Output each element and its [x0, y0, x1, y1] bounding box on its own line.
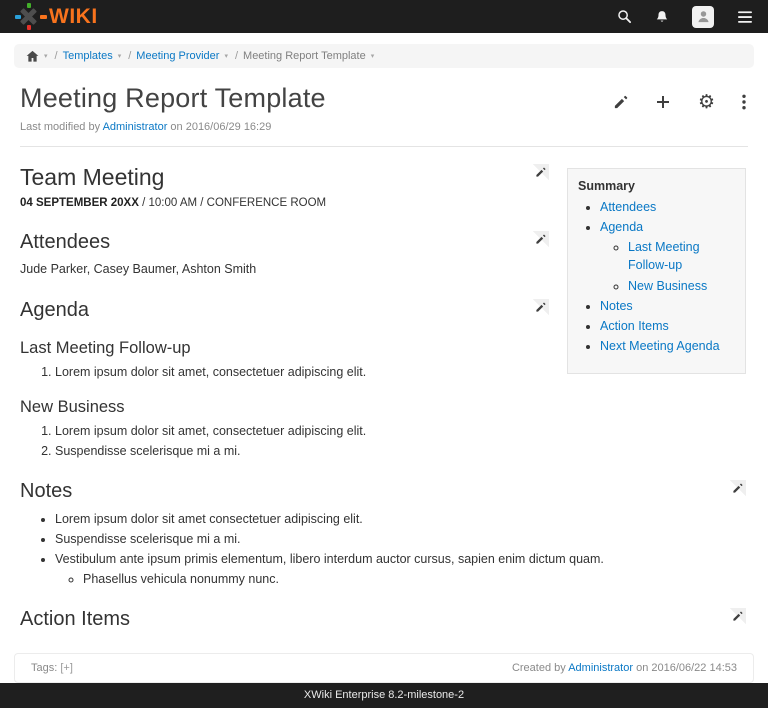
page-actions: ⚙ [613, 91, 746, 113]
summary-link[interactable]: Notes [600, 299, 633, 313]
user-avatar[interactable] [692, 6, 714, 28]
tags: Tags: [+] [31, 662, 512, 674]
created-user-link[interactable]: Administrator [568, 662, 633, 674]
meeting-time-place: / 10:00 AM / CONFERENCE ROOM [139, 197, 326, 209]
list-item: Notes [600, 297, 737, 315]
notes-heading-text: Notes [20, 480, 72, 502]
xwiki-page: WIKI ▾ / Templates ▾ / [0, 0, 768, 708]
page-header-left: Meeting Report Template Last modified by… [20, 81, 613, 133]
list-item: Action Items [600, 317, 737, 335]
nested-list: Last Meeting Follow-up New Business [600, 238, 737, 294]
list-item: Vestibulum ante ipsum primis elementum, … [55, 550, 746, 588]
chevron-down-icon[interactable]: ▾ [371, 52, 375, 60]
list-item: New Business [628, 277, 737, 295]
breadcrumb: ▾ / Templates ▾ / Meeting Provider ▾ / M… [14, 44, 754, 68]
list-item: Suspendisse scelerisque mi a mi. [55, 530, 746, 548]
doc-heading-action-items: Action Items [20, 608, 746, 631]
summary-link[interactable]: New Business [628, 279, 707, 293]
section-edit-pencil-icon[interactable] [532, 164, 549, 181]
list-item: Lorem ipsum dolor sit amet consectetuer … [55, 638, 746, 641]
new-business-list: Lorem ipsum dolor sit amet, consectetuer… [20, 422, 746, 460]
summary-panel: Summary Attendees Agenda Last Meeting Foll… [567, 168, 746, 374]
section-edit-pencil-icon[interactable] [532, 231, 549, 248]
add-tag-button[interactable]: [+] [60, 662, 73, 674]
last-modified-user-link[interactable]: Administrator [103, 121, 168, 133]
action-items-list: Lorem ipsum dolor sit amet consectetuer … [20, 638, 746, 641]
summary-list: Attendees Agenda Last Meeting Follow-up New… [578, 198, 737, 355]
meeting-date: 04 SEPTEMBER 20XX [20, 197, 139, 209]
last-modified: Last modified by Administrator on 2016/0… [20, 121, 613, 133]
doc-title-text: Team Meeting [20, 164, 164, 190]
bell-icon[interactable] [655, 10, 669, 24]
page-title: Meeting Report Template [20, 83, 613, 114]
document-content: Summary Attendees Agenda Last Meeting Foll… [0, 147, 768, 641]
list-item: Next Meeting Agenda [600, 337, 737, 355]
agenda-heading-text: Agenda [20, 299, 89, 321]
xwiki-logo[interactable]: WIKI [15, 3, 98, 30]
doc-heading-new-business: New Business [20, 398, 746, 417]
gear-glyph: ⚙ [698, 93, 715, 112]
breadcrumb-separator: / [55, 50, 58, 62]
gear-icon[interactable]: ⚙ [698, 93, 715, 112]
list-item: Attendees [600, 198, 737, 216]
chevron-down-icon[interactable]: ▾ [224, 52, 228, 60]
top-navigation-bar: WIKI [0, 0, 768, 33]
list-item: Suspendisse scelerisque mi a mi. [55, 442, 746, 460]
attendees-heading-text: Attendees [20, 231, 110, 253]
doc-heading-notes: Notes [20, 480, 746, 503]
xwiki-logo-text: WIKI [49, 6, 98, 27]
breadcrumb-item-current: Meeting Report Template [243, 50, 366, 62]
breadcrumb-separator: / [128, 50, 131, 62]
chevron-down-icon[interactable]: ▾ [118, 52, 122, 60]
summary-link[interactable]: Next Meeting Agenda [600, 339, 720, 353]
section-edit-pencil-icon[interactable] [532, 299, 549, 316]
list-item: Last Meeting Follow-up [628, 238, 737, 274]
page-header: Meeting Report Template Last modified by… [0, 68, 768, 133]
section-edit-pencil-icon[interactable] [729, 480, 746, 497]
logo-orange-tick [40, 15, 47, 19]
logo-green-tick [27, 3, 31, 8]
kebab-menu-icon[interactable] [742, 94, 746, 110]
created-suffix: on 2016/06/22 14:53 [633, 662, 737, 674]
hamburger-icon[interactable] [737, 10, 753, 24]
version-bar: XWiki Enterprise 8.2-milestone-2 [0, 683, 768, 708]
action-items-heading-text: Action Items [20, 608, 130, 630]
create-plus-icon[interactable] [655, 94, 671, 110]
created-prefix: Created by [512, 662, 568, 674]
avatar [692, 6, 714, 28]
notes-list: Lorem ipsum dolor sit amet consectetuer … [20, 510, 746, 589]
summary-link[interactable]: Agenda [600, 220, 643, 234]
list-item: Lorem ipsum dolor sit amet, consectetuer… [55, 422, 746, 440]
section-edit-pencil-icon[interactable] [729, 608, 746, 625]
topbar-icons [617, 6, 753, 28]
logo-blue-tick [15, 15, 21, 19]
list-item: Phasellus vehicula nonummy nunc. [83, 570, 746, 588]
logo-red-tick [27, 25, 31, 30]
nested-list: Phasellus vehicula nonummy nunc. [55, 570, 746, 588]
summary-link[interactable]: Action Items [600, 319, 669, 333]
last-modified-prefix: Last modified by [20, 121, 103, 133]
search-icon[interactable] [617, 9, 632, 24]
document-info-bar: Tags: [+] Created by Administrator on 20… [14, 653, 754, 683]
summary-link[interactable]: Last Meeting Follow-up [628, 240, 700, 272]
summary-link[interactable]: Attendees [600, 200, 656, 214]
last-modified-suffix: on 2016/06/29 16:29 [167, 121, 271, 133]
created-by: Created by Administrator on 2016/06/22 1… [512, 662, 737, 674]
breadcrumb-item-templates[interactable]: Templates [63, 50, 113, 62]
summary-title: Summary [578, 179, 737, 193]
tags-label: Tags: [31, 662, 57, 674]
breadcrumb-home-icon[interactable] [26, 50, 39, 63]
list-item: Agenda Last Meeting Follow-up New Business [600, 218, 737, 295]
xwiki-x-icon [15, 3, 42, 30]
edit-pencil-icon[interactable] [613, 95, 628, 110]
breadcrumb-separator: / [235, 50, 238, 62]
list-item: Lorem ipsum dolor sit amet consectetuer … [55, 510, 746, 528]
chevron-down-icon[interactable]: ▾ [44, 52, 48, 60]
breadcrumb-item-meeting-provider[interactable]: Meeting Provider [136, 50, 219, 62]
